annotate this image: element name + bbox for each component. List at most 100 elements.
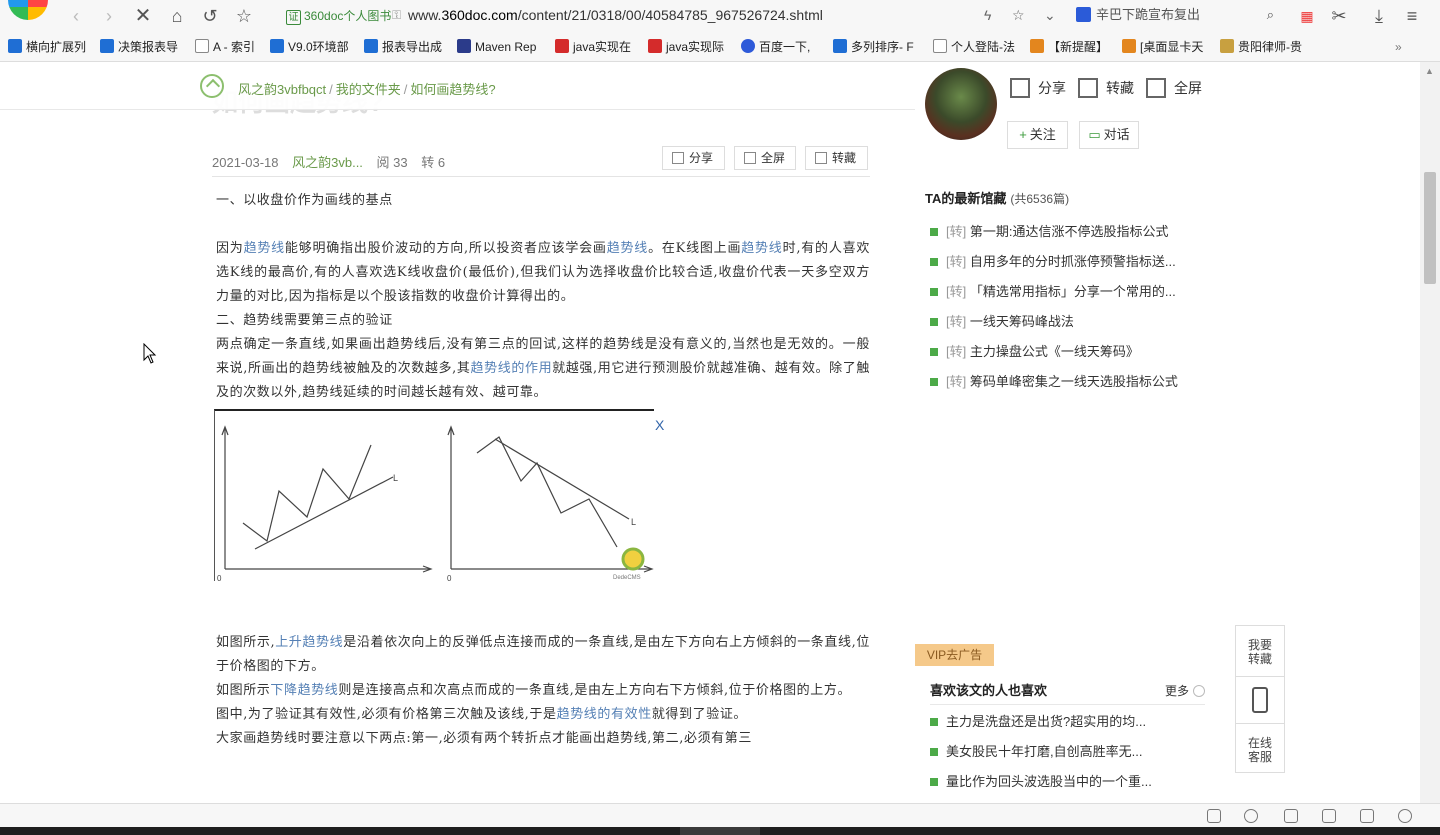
list-item[interactable]: [转] 一线天筹码峰战法 bbox=[930, 307, 1200, 337]
zoom-icon[interactable] bbox=[1398, 809, 1412, 823]
vertical-scrollbar[interactable]: ▲ bbox=[1420, 62, 1440, 803]
home-icon[interactable]: ⌂ bbox=[165, 4, 189, 28]
window-icon[interactable] bbox=[1360, 809, 1374, 823]
bookmark-item[interactable]: 决策报表导 bbox=[100, 39, 182, 55]
dropdown-icon[interactable]: ⌄ bbox=[1044, 3, 1056, 27]
keyword-link[interactable]: 趋势线的作用 bbox=[471, 361, 553, 376]
page-icon bbox=[195, 39, 209, 53]
bookmark-item[interactable]: 横向扩展列 bbox=[8, 39, 90, 55]
bookmark-item[interactable]: 贵阳律师-贵 bbox=[1220, 39, 1306, 55]
right-sidebar: 分享 转藏 全屏 + 关注 ▭ 对话 TA的最新馆藏 (共6536篇) [转] 第一期… bbox=[915, 62, 1215, 803]
keyword-link[interactable]: 趋势线的有效性 bbox=[557, 707, 652, 722]
bookmark-item[interactable]: java实现际 bbox=[648, 39, 730, 55]
talk-button[interactable]: ▭ 对话 bbox=[1079, 121, 1139, 149]
breadcrumb-page[interactable]: 如何画趋势线? bbox=[410, 82, 495, 97]
back-icon[interactable]: ‹ bbox=[64, 4, 88, 28]
list-item[interactable]: [转] 第一期:通达信涨不停选股指标公式 bbox=[930, 217, 1200, 247]
plus-icon: + bbox=[1019, 127, 1027, 142]
forward-icon[interactable]: › bbox=[97, 4, 121, 28]
list-item[interactable]: 量比作为回头波选股当中的一个重... bbox=[930, 767, 1200, 797]
more-link[interactable]: 更多 bbox=[1165, 679, 1205, 703]
follow-button[interactable]: + 关注 bbox=[1007, 121, 1068, 149]
keyword-link[interactable]: 趋势线 bbox=[741, 241, 782, 256]
paragraph: 因为趋势线能够明确指出股价波动的方向,所以投资者应该学会画趋势线。在K线图上画趋… bbox=[216, 241, 870, 304]
favorite-icon[interactable]: ☆ bbox=[1012, 3, 1025, 27]
bookmark-icon bbox=[270, 39, 284, 53]
keyword-link[interactable]: 上升趋势线 bbox=[275, 635, 343, 650]
home-icon[interactable] bbox=[200, 74, 224, 98]
paragraph: 如图所示下降趋势线则是连接高点和次高点而成的一条直线,是由左上方向右下方倾斜,位… bbox=[216, 683, 852, 698]
star-icon[interactable]: ☆ bbox=[232, 4, 256, 28]
search-icon[interactable]: ⌕ bbox=[1267, 3, 1274, 27]
lightning-icon[interactable]: ϟ bbox=[984, 3, 991, 27]
csdn-icon bbox=[648, 39, 662, 53]
pen-icon bbox=[1220, 39, 1234, 53]
scissors-icon[interactable]: ✂ bbox=[1327, 4, 1351, 28]
sidebar-share-button[interactable]: 分享 bbox=[1010, 77, 1066, 101]
bookmark-item[interactable]: Maven Rep bbox=[457, 39, 545, 55]
menu-icon[interactable]: ≡ bbox=[1400, 4, 1424, 28]
bookmark-item[interactable]: 报表导出成 bbox=[364, 39, 446, 55]
browser-status-bar bbox=[0, 803, 1440, 827]
paragraph: 大家画趋势线时要注意以下两点:第一,必须有两个转折点才能画出趋势线,第二,必须有… bbox=[216, 731, 752, 746]
article-author[interactable]: 风之韵3vb... bbox=[292, 155, 363, 170]
vip-remove-ads-button[interactable]: VIP去广告 bbox=[915, 644, 994, 666]
sidebar-fullscreen-button[interactable]: 全屏 bbox=[1146, 77, 1202, 101]
download-icon[interactable]: ⤓ bbox=[1367, 4, 1391, 28]
bookmarks-bar: 横向扩展列 决策报表导 A - 索引 V9.0环境部 报表导出成 Maven R… bbox=[0, 32, 1440, 62]
address-bar[interactable]: 证 360doc个人图书 ⚿ www.360doc.com/content/21/… bbox=[280, 3, 1070, 27]
avatar[interactable] bbox=[925, 68, 997, 140]
bookmark-item[interactable]: A - 索引 bbox=[195, 39, 265, 55]
bookmark-icon bbox=[100, 39, 114, 53]
paragraph: 图中,为了验证其有效性,必须有价格第三次触及该线,于是趋势线的有效性就得到了验证… bbox=[216, 707, 748, 722]
bookmark-item[interactable]: 个人登陆-法 bbox=[933, 39, 1017, 55]
online-service-button[interactable]: 在线 客服 bbox=[1236, 736, 1284, 764]
apps-icon[interactable]: ▦ bbox=[1295, 4, 1319, 28]
rocket-icon[interactable] bbox=[1207, 809, 1221, 823]
breadcrumb-folder[interactable]: 我的文件夹 bbox=[336, 82, 401, 97]
fullscreen-button[interactable]: 全屏 bbox=[734, 146, 796, 170]
bookmark-item[interactable]: java实现在 bbox=[555, 39, 637, 55]
bookmark-item[interactable]: [桌面显卡天 bbox=[1122, 39, 1206, 55]
search-box[interactable]: 辛巴下跪宣布复出 ⌕ bbox=[1076, 3, 1286, 27]
also-liked-title: 喜欢该文的人也喜欢 更多 bbox=[930, 679, 1205, 705]
speed-icon[interactable] bbox=[1244, 809, 1258, 823]
float-save-button[interactable]: 我要 转藏 bbox=[1236, 638, 1284, 666]
scroll-up-icon[interactable]: ▲ bbox=[1425, 66, 1434, 76]
list-item[interactable]: [转] 「精选常用指标」分享一个常用的... bbox=[930, 277, 1200, 307]
sidebar-save-button[interactable]: 转藏 bbox=[1078, 77, 1134, 101]
undo-icon[interactable]: ↺ bbox=[198, 4, 222, 28]
bookmark-item[interactable]: 【新提醒】 bbox=[1030, 39, 1112, 55]
fullscreen-icon bbox=[744, 152, 756, 164]
save-icon bbox=[1078, 78, 1098, 98]
bookmark-item[interactable]: V9.0环境部 bbox=[270, 39, 352, 55]
trash-icon[interactable] bbox=[1284, 809, 1298, 823]
share-button[interactable]: 分享 bbox=[662, 146, 725, 170]
trend-line-figure: X L L 0 0 DedeCMS bbox=[214, 409, 664, 583]
bookmarks-more-button[interactable]: » bbox=[1395, 39, 1411, 55]
volume-icon[interactable] bbox=[1322, 809, 1336, 823]
stop-icon[interactable]: ✕ bbox=[131, 4, 155, 28]
close-image-button[interactable]: X bbox=[655, 413, 664, 437]
breadcrumb: 风之韵3vbfbqct / 我的文件夹 / 如何画趋势线? bbox=[238, 82, 496, 97]
bookmark-item[interactable]: 百度一下, bbox=[741, 39, 823, 55]
scrollbar-thumb[interactable] bbox=[1424, 172, 1436, 284]
breadcrumb-user[interactable]: 风之韵3vbfbqct bbox=[238, 82, 326, 97]
maven-icon bbox=[457, 39, 471, 53]
keyword-link[interactable]: 下降趋势线 bbox=[270, 683, 338, 698]
mobile-button[interactable] bbox=[1236, 676, 1284, 724]
save-button[interactable]: 转藏 bbox=[805, 146, 868, 170]
list-item[interactable]: 主力是洗盘还是出货?超实用的均... bbox=[930, 707, 1200, 737]
breadcrumb-bar: 风之韵3vbfbqct / 我的文件夹 / 如何画趋势线? bbox=[0, 62, 915, 110]
url-text: www.360doc.com/content/21/0318/00/405847… bbox=[408, 7, 823, 23]
list-item[interactable]: 美女股民十年打磨,自创高胜率无... bbox=[930, 737, 1200, 767]
browser-logo-icon[interactable] bbox=[8, 0, 48, 20]
keyword-link[interactable]: 趋势线 bbox=[607, 241, 648, 256]
list-item[interactable]: [转] 筹码单峰密集之一线天选股指标公式 bbox=[930, 367, 1200, 397]
taskbar-item[interactable] bbox=[680, 827, 760, 835]
list-item[interactable]: [转] 主力操盘公式《一线天筹码》 bbox=[930, 337, 1200, 367]
list-item[interactable]: [转] 自用多年的分时抓涨停预警指标送... bbox=[930, 247, 1200, 277]
bookmark-item[interactable]: 多列排序- F bbox=[833, 39, 923, 55]
bookmark-icon bbox=[8, 39, 22, 53]
keyword-link[interactable]: 趋势线 bbox=[244, 241, 285, 256]
